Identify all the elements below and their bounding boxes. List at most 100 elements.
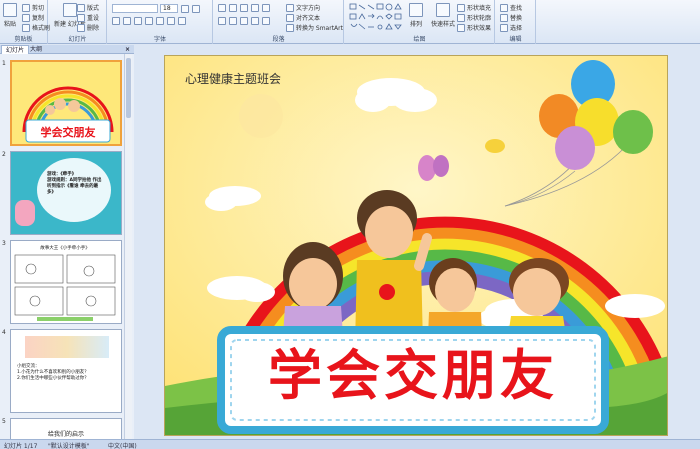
close-pane-icon[interactable]: × bbox=[121, 45, 134, 54]
pane-tabs: 幻灯片 大纲 × bbox=[0, 45, 134, 54]
increase-indent-icon[interactable] bbox=[251, 4, 259, 12]
slides-group: 新建 幻灯片 版式 重设 删除 幻灯片 bbox=[49, 0, 107, 44]
align-text-icon bbox=[286, 13, 294, 22]
reset-button[interactable]: 重设 bbox=[77, 13, 99, 22]
layout-icon bbox=[77, 3, 85, 12]
bear-icon bbox=[15, 200, 35, 226]
thumb-number: 5 bbox=[2, 418, 6, 425]
bullets-icon[interactable] bbox=[218, 4, 226, 12]
thumb-slide-5[interactable]: 给我们的启示 bbox=[10, 418, 122, 439]
numbering-icon[interactable] bbox=[229, 4, 237, 12]
align-row bbox=[218, 17, 270, 25]
thumb-number: 4 bbox=[2, 329, 6, 336]
copy-icon bbox=[22, 13, 30, 22]
justify-icon[interactable] bbox=[251, 17, 259, 25]
select-button[interactable]: 选择 bbox=[500, 23, 522, 32]
shapes-gallery[interactable] bbox=[349, 3, 404, 33]
cut-button[interactable]: 剪切 bbox=[22, 3, 44, 12]
shape-outline-button[interactable]: 形状轮廓 bbox=[457, 13, 491, 22]
font-size-combo[interactable]: 18 bbox=[160, 4, 178, 13]
pen-icon bbox=[457, 13, 465, 22]
binoculars-icon bbox=[500, 3, 508, 12]
tab-outline[interactable]: 大纲 bbox=[26, 45, 46, 54]
font-color-icon[interactable] bbox=[178, 17, 186, 25]
arrange-button[interactable]: 排列 bbox=[409, 3, 423, 28]
drawing-group: 排列 快速样式 形状填充 形状轮廓 形状效果 绘图 bbox=[345, 0, 495, 44]
underline-icon[interactable] bbox=[134, 17, 142, 25]
scrollbar-thumb[interactable] bbox=[126, 58, 131, 118]
drawing-label: 绘图 bbox=[413, 36, 426, 43]
thumb-5-title: 给我们的启示 bbox=[47, 431, 84, 438]
slides-label: 幻灯片 bbox=[68, 36, 87, 43]
shrink-font-icon bbox=[192, 5, 200, 13]
smartart-icon bbox=[286, 23, 294, 32]
clipboard-group: 粘贴 剪切 复制 格式刷 剪贴板 bbox=[0, 0, 50, 44]
brush-icon bbox=[22, 23, 30, 32]
thumb-3-title: 故事大王《小手牵小手》 bbox=[40, 246, 90, 251]
scissors-icon bbox=[22, 3, 30, 12]
thumb-2-text: 游戏：《牵手》 游戏规则：A同学拍他 作出听到指示《看谁 牵去的最多》 bbox=[47, 172, 102, 195]
bold-icon[interactable] bbox=[112, 17, 120, 25]
editing-label: 编辑 bbox=[509, 36, 522, 43]
font-group: 18 字体 bbox=[108, 0, 213, 44]
replace-icon bbox=[500, 13, 508, 22]
shrink-font-button[interactable] bbox=[192, 5, 200, 13]
shapes-gallery-icon bbox=[349, 3, 402, 30]
text-direction-icon bbox=[286, 3, 294, 12]
strikethrough-icon[interactable] bbox=[145, 17, 153, 25]
slide-canvas[interactable]: 心理健康主题班会 学会交朋友 bbox=[164, 55, 668, 436]
language-status: 中文(中国) bbox=[108, 443, 137, 449]
thumb-number: 3 bbox=[2, 240, 6, 247]
italic-icon[interactable] bbox=[123, 17, 131, 25]
font-format-row bbox=[112, 17, 186, 25]
align-text-button[interactable]: 对齐文本 bbox=[286, 13, 320, 22]
quick-styles-button[interactable]: 快速样式 bbox=[431, 3, 455, 28]
smartart-button[interactable]: 转换为 SmartArt bbox=[286, 23, 343, 32]
thumb-1-title: 学会交朋友 bbox=[40, 126, 96, 139]
cursor-icon bbox=[500, 23, 508, 32]
thumb-4-image bbox=[25, 336, 109, 358]
line-spacing-icon[interactable] bbox=[262, 4, 270, 12]
paste-icon bbox=[3, 3, 17, 17]
theme-name: "默认设计模板" bbox=[48, 443, 90, 449]
ribbon: 粘贴 剪切 复制 格式刷 剪贴板 新建 幻灯片 版式 重设 删除 幻灯片 18 bbox=[0, 0, 700, 44]
char-spacing-icon[interactable] bbox=[167, 17, 175, 25]
align-right-icon[interactable] bbox=[240, 17, 248, 25]
align-left-icon[interactable] bbox=[218, 17, 226, 25]
thumb-slide-2[interactable]: 游戏：《牵手》 游戏规则：A同学拍他 作出听到指示《看谁 牵去的最多》 bbox=[10, 151, 122, 235]
paste-button[interactable]: 粘贴 bbox=[3, 3, 17, 28]
font-name-combo[interactable] bbox=[112, 4, 158, 13]
text-direction-button[interactable]: 文字方向 bbox=[286, 3, 320, 12]
shape-effects-button[interactable]: 形状效果 bbox=[457, 23, 491, 32]
reset-icon bbox=[77, 13, 85, 22]
quick-styles-icon bbox=[436, 3, 450, 17]
thumb-slide-1[interactable]: 学会交朋友 bbox=[10, 60, 122, 146]
new-slide-icon bbox=[62, 3, 77, 17]
fill-bucket-icon bbox=[457, 3, 465, 12]
copy-button[interactable]: 复制 bbox=[22, 13, 44, 22]
font-label: 字体 bbox=[153, 36, 166, 43]
editing-group: 查找 替换 选择 编辑 bbox=[496, 0, 536, 44]
arrange-icon bbox=[409, 3, 423, 17]
shape-fill-button[interactable]: 形状填充 bbox=[457, 3, 491, 12]
slide-thumbnails: 1 学会交朋友 2 游戏：《牵手》 游戏规则：A同学拍他 作出听到指示《看谁 牵… bbox=[0, 54, 134, 439]
thumbnail-scrollbar[interactable] bbox=[124, 54, 132, 439]
thumb-slide-4[interactable]: 小组交流： 1.小花为什么不喜欢和别的小朋友？ 2.你们生活中哪些小伙伴帮助过你… bbox=[10, 329, 122, 413]
format-painter-button[interactable]: 格式刷 bbox=[22, 23, 50, 32]
slide-title[interactable]: 学会交朋友 bbox=[221, 336, 605, 416]
thumb-number: 1 bbox=[2, 60, 6, 67]
find-button[interactable]: 查找 bbox=[500, 3, 522, 12]
delete-slide-button[interactable]: 删除 bbox=[77, 23, 99, 32]
grow-font-button[interactable] bbox=[181, 5, 189, 13]
slide-subtitle[interactable]: 心理健康主题班会 bbox=[185, 70, 281, 87]
thumb-4-text: 小组交流： 1.小花为什么不喜欢和别的小朋友？ 2.你们生活中哪些小伙伴帮助过你… bbox=[17, 364, 89, 381]
decrease-indent-icon[interactable] bbox=[240, 4, 248, 12]
layout-button[interactable]: 版式 bbox=[77, 3, 99, 12]
replace-button[interactable]: 替换 bbox=[500, 13, 522, 22]
tab-slides[interactable]: 幻灯片 bbox=[1, 45, 30, 54]
align-center-icon[interactable] bbox=[229, 17, 237, 25]
thumb-slide-3[interactable]: 故事大王《小手牵小手》 bbox=[10, 240, 122, 324]
columns-icon[interactable] bbox=[262, 17, 270, 25]
list-row bbox=[218, 4, 270, 12]
shadow-icon[interactable] bbox=[156, 17, 164, 25]
